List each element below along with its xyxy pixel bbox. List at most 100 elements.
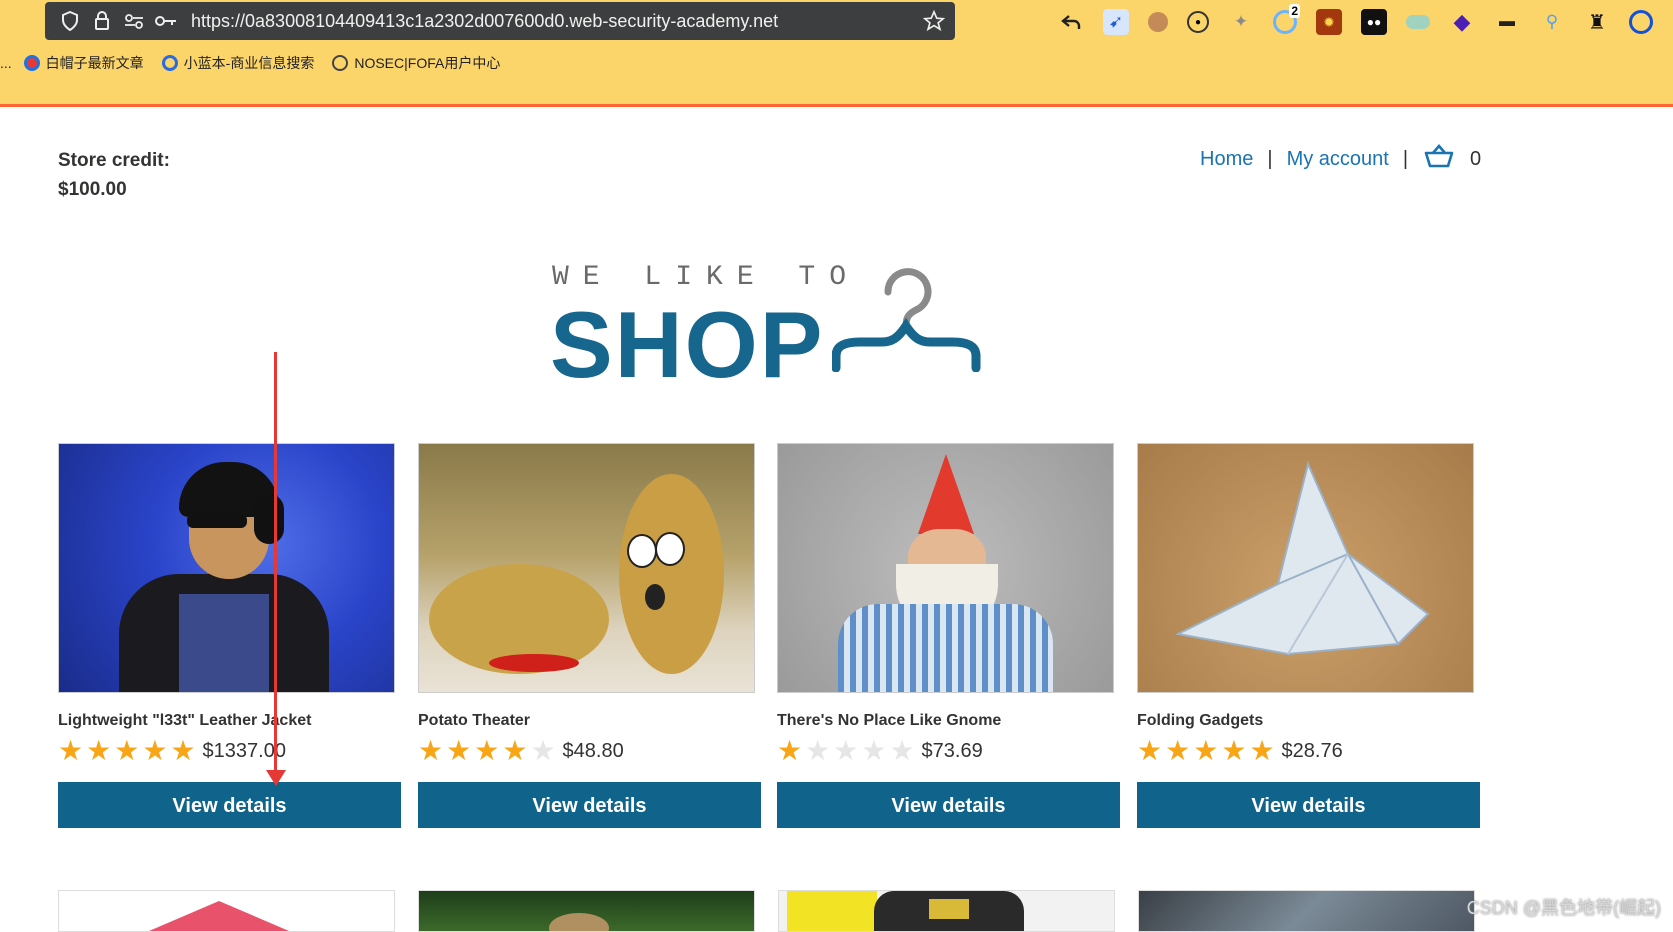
bookmark-label: NOSEC|FOFA用户中心 [354, 55, 501, 71]
product-image[interactable] [58, 443, 395, 693]
cart-count: 0 [1470, 147, 1482, 170]
star-filled-icon: ★ [170, 735, 196, 766]
product-card: Potato Theater ★ ★ ★ ★ ★ $48.80 View details [418, 443, 761, 828]
product-price: $48.80 [562, 739, 624, 762]
product-card: Folding Gadgets ★ ★ ★ ★ ★ $28.76 View detail… [1137, 443, 1480, 828]
star-filled-icon: ★ [1193, 735, 1219, 766]
watermark: CSDN @黑色地带(崛起) [1466, 898, 1661, 918]
address-bar[interactable]: https://0a83008104409413c1a2302d007600d0… [45, 2, 955, 40]
shield-icon[interactable] [59, 10, 81, 32]
hackbar-extension-icon[interactable]: ✹ [1316, 9, 1342, 35]
star-filled-icon: ★ [446, 735, 472, 766]
logo-word: SHOP [550, 292, 825, 397]
product-image[interactable] [58, 890, 395, 932]
star-filled-icon: ★ [58, 735, 84, 766]
hacker-extension-icon[interactable]: ♜ [1584, 9, 1610, 35]
bookmark-item[interactable]: 小蓝本-商业信息搜索 [161, 53, 315, 73]
object-shape [549, 913, 609, 931]
url-text[interactable]: https://0a83008104409413c1a2302d007600d0… [191, 11, 778, 32]
nav-my-account-link[interactable]: My account [1287, 148, 1389, 171]
product-card: There's No Place Like Gnome ★ ★ ★ ★ ★ $73.69… [777, 443, 1120, 828]
star-empty-icon: ★ [805, 735, 831, 766]
bookmarks-bar: ... 白帽子最新文章 小蓝本-商业信息搜索 NOSEC|FOFA用户中心 [0, 48, 518, 78]
top-navigation: Home | My account | 0 [1200, 144, 1481, 174]
star-empty-icon: ★ [861, 735, 887, 766]
jar-label-shape [929, 899, 969, 919]
nav-separator: | [1267, 147, 1273, 170]
product-image[interactable] [1138, 890, 1475, 932]
star-empty-icon: ★ [889, 735, 915, 766]
star-filled-icon: ★ [777, 735, 803, 766]
bookmark-star-icon[interactable] [922, 9, 946, 37]
star-filled-icon: ★ [114, 735, 140, 766]
cookie-extension-icon[interactable] [1148, 12, 1168, 32]
product-name: There's No Place Like Gnome [777, 712, 1002, 729]
back-arrow-icon[interactable] [1058, 9, 1084, 35]
bookmarks-overflow[interactable]: ... [0, 55, 12, 71]
page-top-border [0, 104, 1673, 107]
star-filled-icon: ★ [418, 735, 444, 766]
eye-right [655, 532, 685, 566]
permissions-icon[interactable] [123, 10, 145, 32]
cookie-editor-icon[interactable]: ● [1187, 11, 1209, 33]
product-image[interactable] [418, 443, 755, 693]
rating-stars: ★ ★ ★ ★ ★ [58, 736, 199, 766]
extension-badge-count: 2 [1289, 4, 1300, 18]
bookmark-label: 小蓝本-商业信息搜索 [183, 55, 315, 71]
product-name: Folding Gadgets [1137, 712, 1264, 729]
hanger-icon [832, 268, 981, 372]
gnome-shirt-shape [838, 604, 1053, 692]
product-image[interactable] [418, 890, 755, 932]
product-image[interactable] [1137, 443, 1474, 693]
store-credit-value: $100.00 [58, 179, 127, 200]
sunglasses-shape [187, 514, 247, 528]
puzzle-extension-icon[interactable]: ✦ [1228, 9, 1254, 35]
rating-stars: ★ ★ ★ ★ ★ [418, 736, 559, 766]
star-filled-icon: ★ [474, 735, 500, 766]
logo-tagline: WE LIKE TO [552, 262, 861, 293]
star-filled-icon: ★ [86, 735, 112, 766]
badge-extension-icon[interactable]: 2 [1273, 4, 1300, 34]
hat-extension-icon[interactable]: ▬ [1494, 9, 1520, 35]
view-details-button[interactable]: View details [1137, 782, 1480, 828]
cart-link[interactable]: 0 [1424, 144, 1481, 174]
bookmark-item[interactable]: NOSEC|FOFA用户中心 [332, 53, 500, 73]
bird-extension-icon[interactable]: ➹ [1103, 9, 1129, 35]
pin-extension-icon[interactable]: ⚲ [1539, 9, 1565, 35]
star-filled-icon: ★ [1221, 735, 1247, 766]
shop-logo: WE LIKE TO SHOP [550, 258, 1000, 392]
product-image[interactable] [777, 443, 1114, 693]
annotation-arrow-head [266, 770, 286, 786]
bookmark-item[interactable]: 白帽子最新文章 [23, 53, 144, 73]
store-credit: Store credit: $100.00 [58, 146, 170, 204]
star-filled-icon: ★ [1249, 735, 1275, 766]
lock-icon[interactable] [91, 10, 113, 32]
rating-stars: ★ ★ ★ ★ ★ [777, 736, 918, 766]
browser-toolbar: https://0a83008104409413c1a2302d007600d0… [0, 0, 1673, 104]
origami-shape [1174, 460, 1430, 656]
bookmark-favicon-icon [23, 55, 40, 71]
mouth-shape [645, 584, 665, 610]
globe-icon [332, 55, 349, 71]
extensions-toolbar: ➹ ● ✦ 2 ✹ ●● ◆ ▬ ⚲ ♜ [1058, 4, 1672, 36]
key-icon[interactable] [155, 10, 177, 32]
store-credit-label: Store credit: [58, 150, 170, 171]
basket-icon[interactable] [1424, 144, 1454, 174]
product-card: Lightweight "l33t" Leather Jacket ★ ★ ★ ★ ★ … [58, 443, 401, 828]
eyes-extension-icon[interactable]: ●● [1361, 9, 1387, 35]
ketchup-shape [489, 654, 579, 672]
diamond-extension-icon[interactable]: ◆ [1449, 9, 1475, 35]
view-details-button[interactable]: View details [777, 782, 1120, 828]
profile-circle-icon[interactable] [1629, 10, 1653, 34]
view-details-button[interactable]: View details [418, 782, 761, 828]
product-image[interactable] [778, 890, 1115, 932]
bag-shape [787, 891, 877, 931]
annotation-arrow [274, 352, 277, 777]
nav-home-link[interactable]: Home [1200, 148, 1253, 171]
view-details-button[interactable]: View details [58, 782, 401, 828]
product-price: $73.69 [921, 739, 983, 762]
potato-right-shape [619, 474, 724, 674]
nav-separator: | [1402, 147, 1409, 170]
toggle-extension-icon[interactable] [1406, 15, 1430, 29]
shirt-shape [179, 594, 269, 692]
